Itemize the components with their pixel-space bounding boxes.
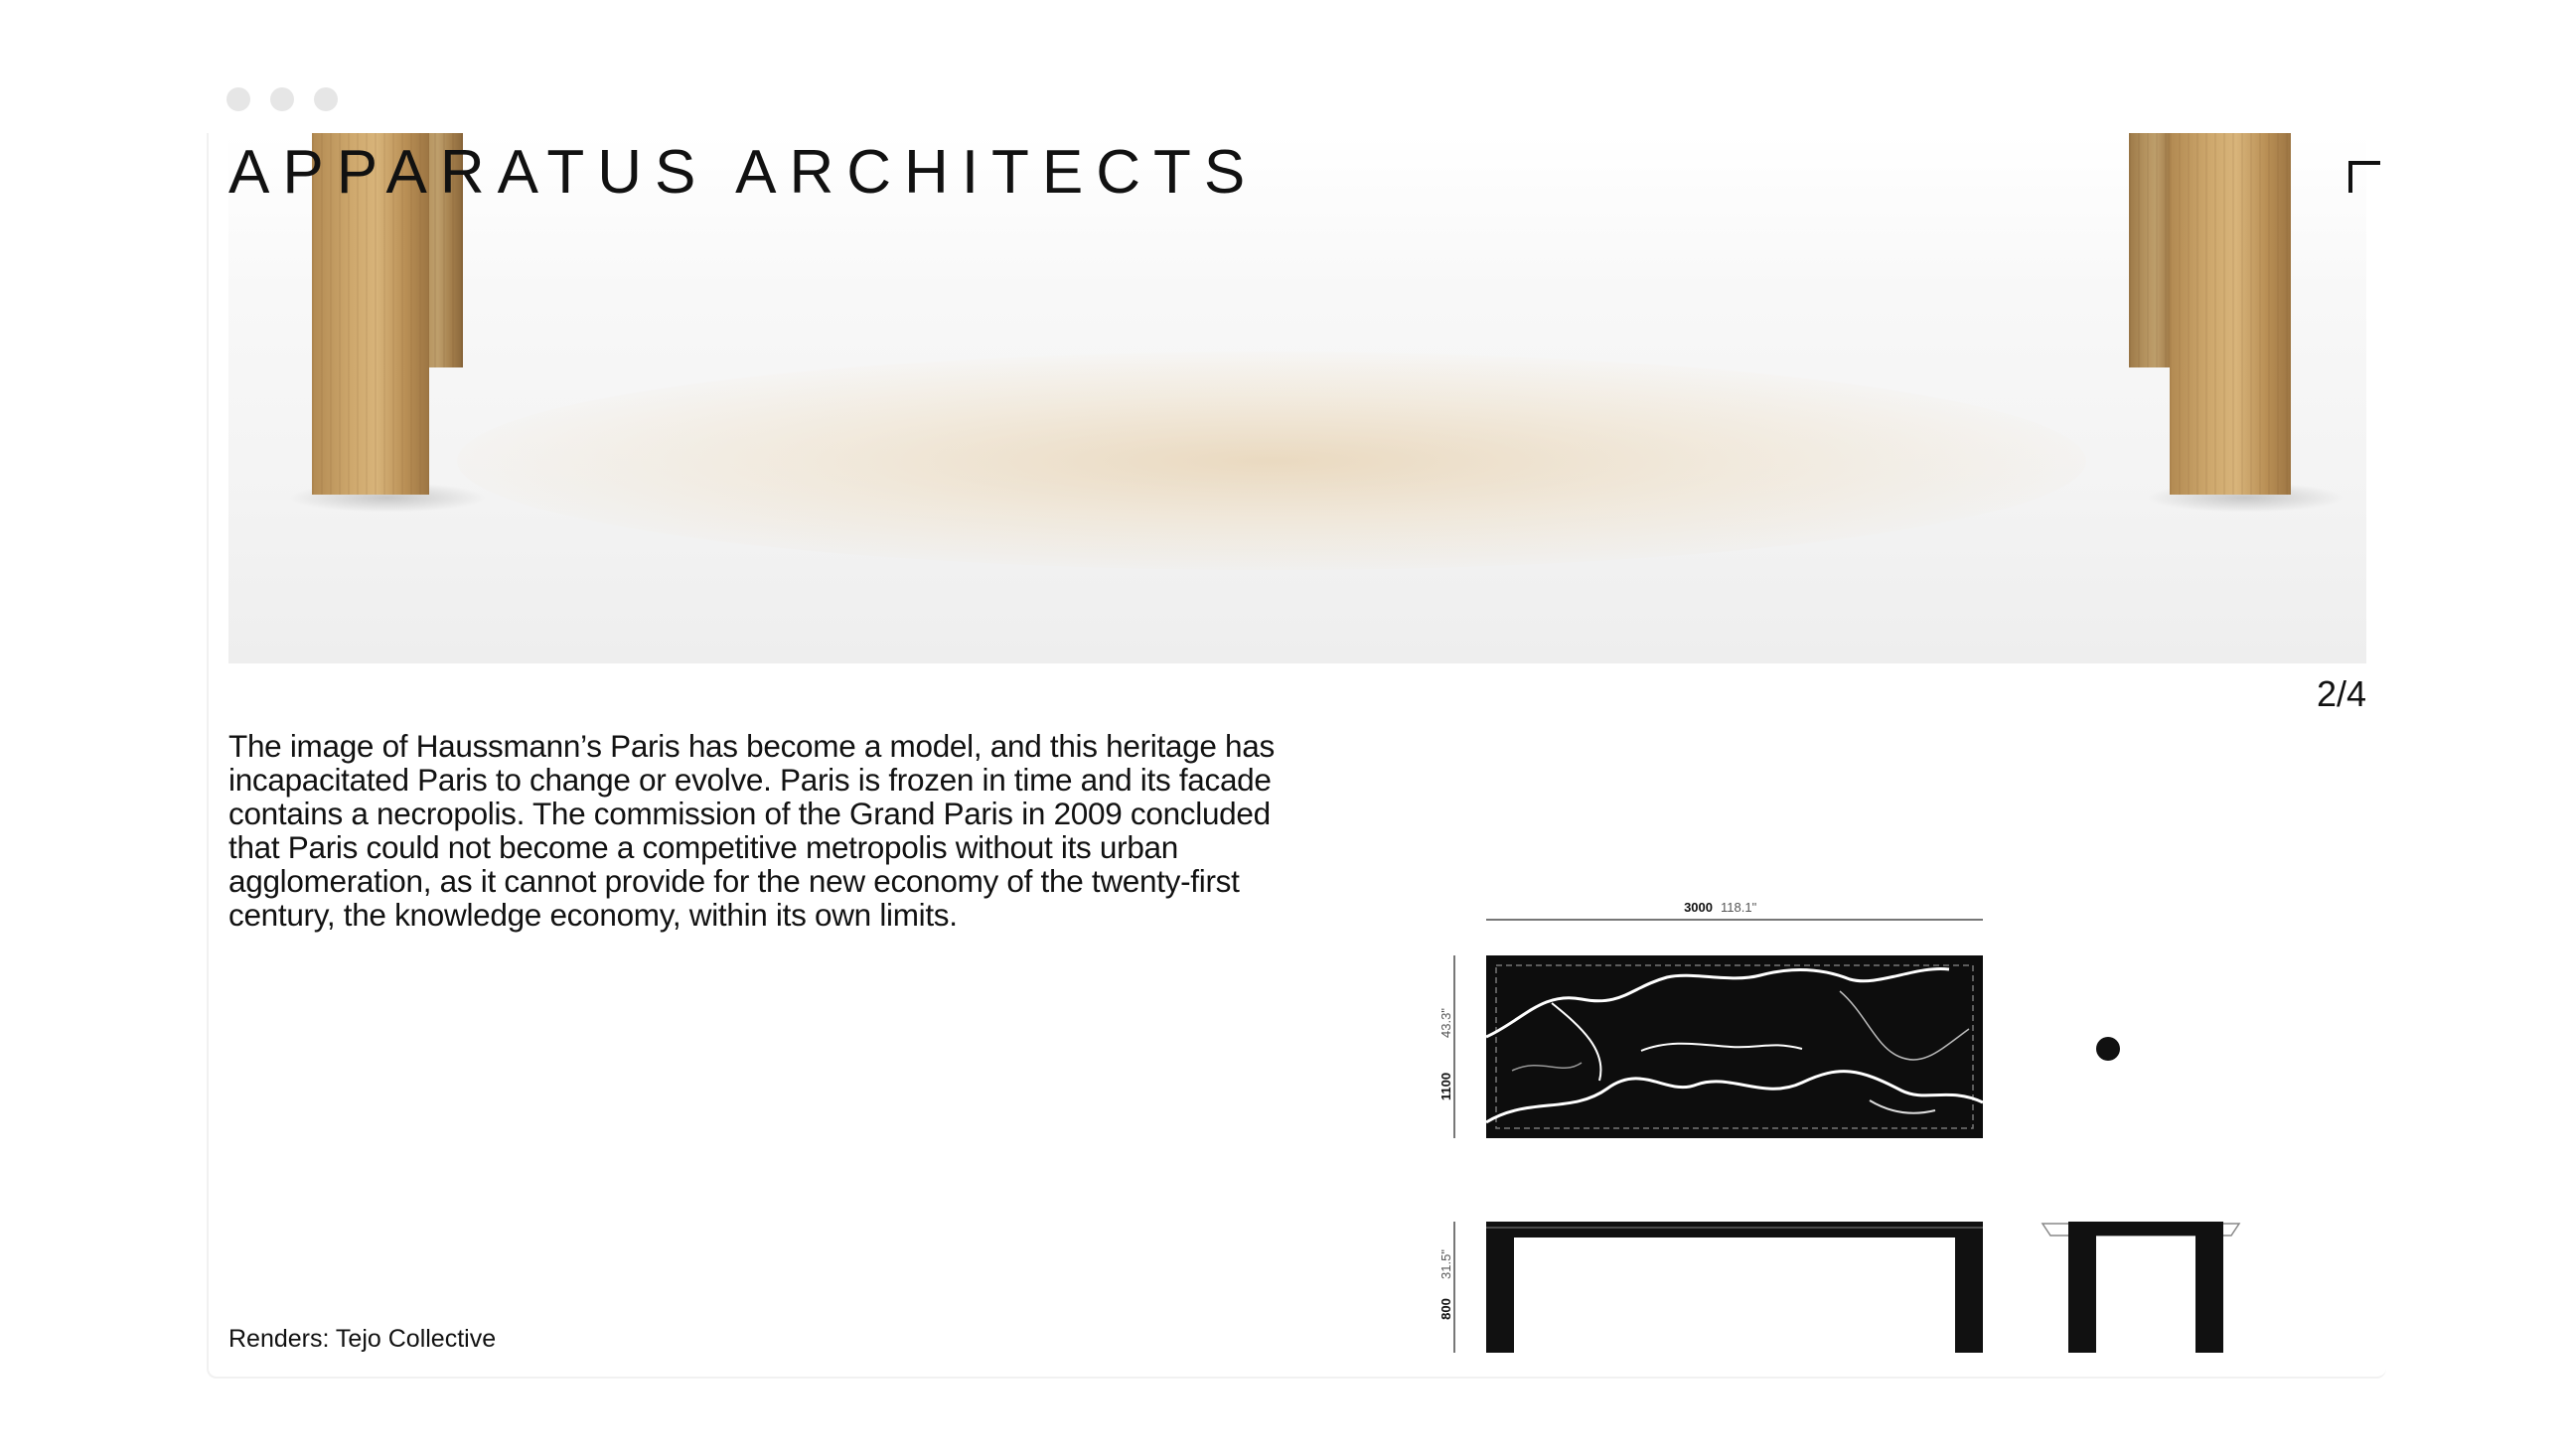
browser-window: APPARATUS ARCHITECTS 2/4 The image of Ha…: [207, 133, 2386, 1379]
window-dot[interactable]: [227, 87, 250, 111]
height-in-label: 31.5": [1438, 1249, 1453, 1279]
depth-dimension: 1100 43.3": [1438, 955, 1455, 1138]
floor-glow: [457, 352, 2086, 570]
height-dimension: 800 31.5": [1438, 1222, 1455, 1353]
section-marker: [2096, 1037, 2120, 1061]
gallery-counter: 2/4: [2316, 673, 2366, 714]
window-dot[interactable]: [270, 87, 294, 111]
table-technical-drawing: 3000 118.1" 1100 43.3" 800 31.5": [1438, 900, 2241, 1353]
site-logo[interactable]: APPARATUS ARCHITECTS: [228, 137, 1258, 208]
window-controls: [227, 87, 338, 111]
depth-mm-label: 1100: [1438, 1073, 1453, 1100]
front-elevation: [1486, 1222, 1983, 1353]
menu-button[interactable]: [2325, 137, 2380, 193]
table-leg-right-front: [2170, 133, 2291, 495]
width-in-label: 118.1": [1721, 900, 1757, 915]
side-elevation: [2041, 1222, 2241, 1353]
hero-render-image: [228, 133, 2366, 663]
render-credit: Renders: Tejo Collective: [228, 1325, 497, 1353]
height-mm-label: 800: [1438, 1298, 1453, 1320]
project-description: The image of Haussmann’s Paris has becom…: [228, 728, 1275, 933]
width-mm-label: 3000: [1684, 900, 1713, 915]
plan-view: [1485, 955, 1984, 1138]
depth-in-label: 43.3": [1438, 1008, 1453, 1038]
width-dimension: 3000 118.1": [1486, 900, 1983, 921]
window-dot[interactable]: [314, 87, 338, 111]
